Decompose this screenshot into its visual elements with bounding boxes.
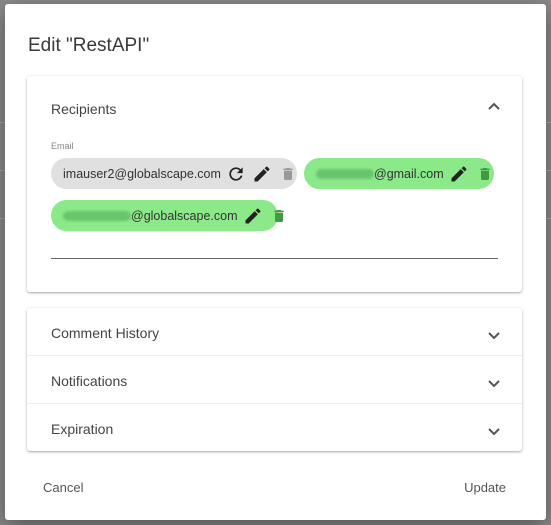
pencil-icon[interactable]	[251, 163, 273, 185]
edit-dialog: Edit "RestAPI" Recipients Email imauser2…	[5, 4, 546, 520]
obscured-text	[316, 169, 374, 180]
recipient-email: @globalscape.com	[51, 209, 238, 223]
email-input-underline[interactable]	[51, 258, 498, 259]
section-divider	[27, 355, 522, 356]
recipient-chip: @gmail.com	[304, 158, 494, 189]
chevron-up-icon[interactable]	[487, 101, 501, 111]
chevron-down-icon[interactable]	[487, 379, 501, 389]
cancel-button[interactable]: Cancel	[43, 480, 83, 495]
pencil-icon[interactable]	[448, 163, 470, 185]
sections-panel: Comment History Notifications Expiration	[27, 308, 522, 451]
section-expiration[interactable]: Expiration	[51, 421, 113, 437]
recipients-header[interactable]: Recipients	[51, 101, 116, 117]
email-field-label: Email	[51, 141, 74, 151]
recipient-email: imauser2@globalscape.com	[63, 166, 221, 181]
chevron-down-icon[interactable]	[487, 331, 501, 341]
trash-icon[interactable]	[277, 163, 299, 185]
section-notifications[interactable]: Notifications	[51, 373, 127, 389]
recipients-panel: Recipients Email imauser2@globalscape.co…	[27, 76, 522, 292]
recipient-chip: @globalscape.com	[51, 200, 284, 231]
pencil-icon[interactable]	[242, 205, 264, 227]
obscured-text	[63, 211, 131, 222]
section-divider	[27, 403, 522, 404]
section-comment-history[interactable]: Comment History	[51, 325, 159, 341]
recipient-email: @gmail.com	[304, 167, 444, 181]
trash-icon[interactable]	[268, 205, 290, 227]
chevron-down-icon[interactable]	[487, 427, 501, 437]
trash-icon[interactable]	[474, 163, 496, 185]
recipient-chip: imauser2@globalscape.com	[51, 158, 297, 189]
update-button[interactable]: Update	[464, 480, 506, 495]
refresh-icon[interactable]	[225, 163, 247, 185]
dialog-title: Edit "RestAPI"	[28, 35, 150, 56]
